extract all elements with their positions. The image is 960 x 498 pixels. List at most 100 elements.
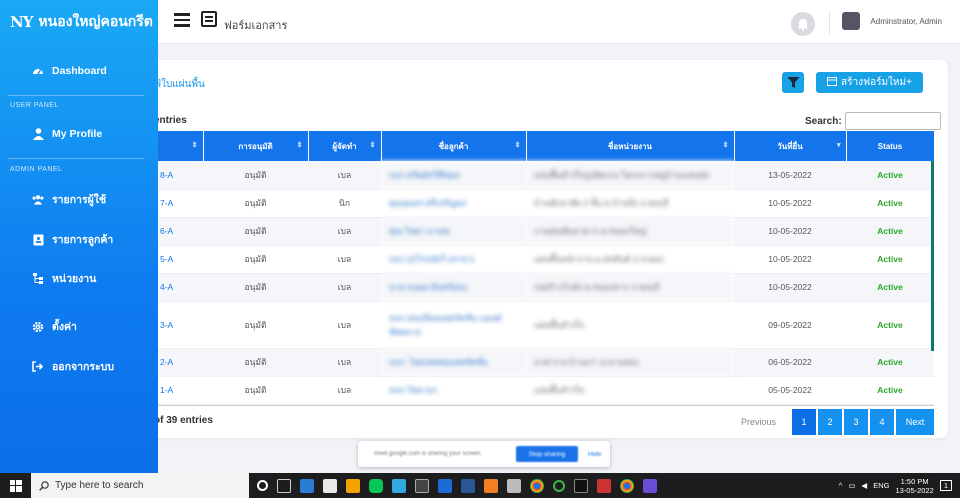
- database-icon[interactable]: [507, 478, 521, 493]
- cell-customer[interactable]: บจก.ทรัพย์ทวีพืชผล: [381, 161, 526, 190]
- chrome-icon[interactable]: [530, 478, 544, 493]
- system-tray: ^ ▭ ◀ ENG 1:50 PM 13-05-2022 1: [839, 473, 960, 498]
- sidebar-item-logout[interactable]: ออกจากระบบ: [32, 358, 114, 375]
- cell-code[interactable]: 3-A: [158, 301, 203, 349]
- start-button[interactable]: [0, 473, 31, 498]
- cell-maker: นิก: [308, 189, 381, 218]
- cell-customer[interactable]: หจก.ชลบุรีคอนสตรัคชั่น แอนด์ ซัพพลาย: [381, 301, 526, 349]
- gear-app-icon[interactable]: [597, 478, 611, 493]
- avatar[interactable]: [842, 12, 860, 30]
- task-view-icon[interactable]: [277, 478, 291, 493]
- cell-customer[interactable]: บจก.รุ่งโรจน์ทวี (สาขา): [381, 245, 526, 274]
- sidebar-item-dashboard[interactable]: Dashboard: [32, 65, 107, 77]
- column-header[interactable]: ชื่อลูกค้า ⇕: [381, 131, 527, 161]
- volume-icon[interactable]: ◀: [861, 481, 867, 490]
- bell-icon[interactable]: [791, 12, 815, 36]
- store-icon[interactable]: [323, 478, 337, 493]
- column-header[interactable]: ผู้จัดทำ ⇕: [308, 131, 382, 161]
- table-row[interactable]: 2-A อนุมัติ เบล บจก. โฮมเทคคอนสตรัคชั่น อาคา…: [158, 348, 934, 377]
- cell-customer[interactable]: คุณ วิทยา มานพ: [381, 217, 526, 246]
- terminal-icon[interactable]: [574, 478, 588, 493]
- column-header-label: ผู้จัดทำ: [332, 141, 357, 151]
- filter-button[interactable]: [782, 72, 804, 93]
- menu-toggle-icon[interactable]: [174, 13, 190, 27]
- table-row[interactable]: 3-A อนุมัติ เบล หจก.ชลบุรีคอนสตรัคชั่น แอนด…: [158, 301, 934, 349]
- sidebar-item-customers[interactable]: รายการลูกค้า: [32, 231, 113, 248]
- mail-icon[interactable]: [300, 478, 314, 493]
- sort-icon: ⇕: [514, 142, 521, 149]
- sidebar-item-units[interactable]: หน่วยงาน: [32, 270, 96, 287]
- column-header[interactable]: ⇕: [158, 131, 204, 161]
- table-row[interactable]: 8-A อนุมัติ เบล บจก.ทรัพย์ทวีพืชผล แผ่นพื้นส…: [158, 161, 934, 190]
- cell-code[interactable]: 7-A: [158, 189, 203, 218]
- table-row[interactable]: 7-A อนุมัติ นิก คุณสุนทร ศรีเจริญผล บ้านพักอ…: [158, 189, 934, 218]
- sidebar-item-label: ออกจากระบบ: [52, 361, 114, 373]
- chevron-up-icon[interactable]: ^: [839, 481, 843, 490]
- hide-share-button[interactable]: Hide: [588, 451, 601, 458]
- sidebar-item-label: รายการผู้ใช้: [52, 194, 106, 206]
- search-input[interactable]: [844, 112, 941, 130]
- cell-maker: เบล: [308, 348, 381, 377]
- network-icon[interactable]: ▭: [848, 481, 855, 490]
- taskbar: Type here to search ^ ▭ ◀ ENG 1:50 PM 13…: [0, 473, 960, 498]
- table-row[interactable]: 6-A อนุมัติ เบล คุณ วิทยา มานพ งานต่อเติมอาค…: [158, 217, 934, 246]
- cell-code[interactable]: 4-A: [158, 273, 203, 302]
- sublime-icon[interactable]: [484, 478, 498, 493]
- stop-sharing-button[interactable]: Stop sharing: [516, 446, 578, 462]
- page-button-1[interactable]: 1: [792, 409, 816, 435]
- calendar-icon: [827, 76, 838, 89]
- cell-code[interactable]: 5-A: [158, 245, 203, 274]
- sidebar-item-label: หน่วยงาน: [52, 273, 97, 285]
- cell-customer[interactable]: คุณสุนทร ศรีเจริญผล: [381, 189, 526, 218]
- cell-code[interactable]: 1-A: [158, 376, 203, 405]
- cell-maker: เบล: [308, 273, 381, 302]
- cell-code[interactable]: 6-A: [158, 217, 203, 246]
- create-form-label: สร้างฟอร์มใหม่+: [841, 77, 912, 88]
- cell-customer[interactable]: นาย ธนพล อินทร์ทอง: [381, 273, 526, 302]
- table-row[interactable]: 4-A อนุมัติ เบล นาย ธนพล อินทร์ทอง ก่อสร้างโ…: [158, 273, 934, 302]
- cell-date: 10-05-2022: [734, 217, 846, 246]
- entries-info: of 39 entries: [154, 415, 213, 426]
- sidebar-item-settings[interactable]: ตั้งค่า: [32, 318, 77, 335]
- brand[interactable]: NY หนองใหญ่คอนกรีต: [0, 0, 158, 44]
- clock[interactable]: 1:50 PM 13-05-2022: [895, 477, 933, 495]
- create-form-button[interactable]: สร้างฟอร์มใหม่+: [816, 72, 923, 93]
- cell-status: Active: [846, 376, 934, 405]
- cell-code[interactable]: 2-A: [158, 348, 203, 377]
- username[interactable]: Adminstrator, Admin: [870, 17, 942, 26]
- column-header[interactable]: Status: [846, 131, 935, 161]
- column-header-label: ชื่อลูกค้า: [438, 141, 469, 151]
- taskbar-search[interactable]: Type here to search: [31, 473, 249, 498]
- sidebar-item-users[interactable]: รายการผู้ใช้: [32, 191, 106, 208]
- column-header[interactable]: การอนุมัติ ⇕: [203, 131, 309, 161]
- cell-customer[interactable]: บจก. โฮมเทคคอนสตรัคชั่น: [381, 348, 526, 377]
- line-icon[interactable]: [369, 478, 383, 493]
- column-header-label: Status: [877, 141, 903, 151]
- virtualbox-icon[interactable]: [415, 478, 429, 493]
- app-icon[interactable]: [438, 478, 452, 493]
- app-icon-2[interactable]: [643, 478, 657, 493]
- cortana-icon[interactable]: [257, 480, 268, 491]
- sync-icon[interactable]: [553, 479, 565, 492]
- file-explorer-icon[interactable]: [346, 478, 360, 493]
- vscode-icon[interactable]: [392, 478, 406, 493]
- column-header[interactable]: ชื่อหน่วยงาน ⇕: [526, 131, 735, 161]
- page-button-4[interactable]: 4: [870, 409, 894, 435]
- scrollbar[interactable]: [931, 161, 934, 351]
- page-button-3[interactable]: 3: [844, 409, 868, 435]
- notifications-icon[interactable]: 1: [939, 480, 952, 491]
- word-icon[interactable]: [461, 478, 475, 493]
- next-page-button[interactable]: Next: [896, 409, 934, 435]
- cell-code[interactable]: 8-A: [158, 161, 203, 190]
- table-row[interactable]: 5-A อนุมัติ เบล บจก.รุ่งโรจน์ทวี (สาขา) แผ่น…: [158, 245, 934, 274]
- cell-customer[interactable]: หจก.วิทยาธร: [381, 376, 526, 405]
- table-row[interactable]: 1-A อนุมัติ เบล หจก.วิทยาธร แผ่นพื้นสำเร็จ 05…: [158, 376, 934, 405]
- breadcrumb[interactable]: ฟ้ใบแผ่นพื้น: [154, 77, 205, 92]
- cell-approval: อนุมัติ: [203, 161, 308, 190]
- sidebar-item-my-profile[interactable]: My Profile: [32, 128, 102, 140]
- language-indicator[interactable]: ENG: [873, 481, 889, 490]
- previous-page-button[interactable]: Previous: [741, 417, 776, 427]
- column-header[interactable]: วันที่ยื่น ▾: [734, 131, 847, 161]
- chrome-alt-icon[interactable]: [620, 478, 634, 493]
- page-button-2[interactable]: 2: [818, 409, 842, 435]
